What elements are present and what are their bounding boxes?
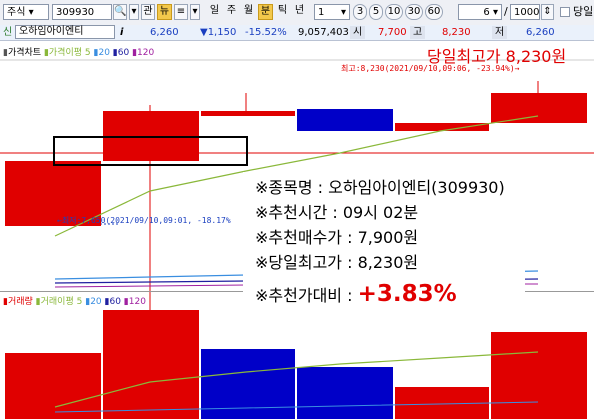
chevron-down-icon[interactable]: ▾ [190,4,200,20]
volume-bar-4 [297,367,393,419]
open-price: 7,700 [378,27,407,38]
stock-name: 오하임아이엔티 [19,26,84,37]
count-input[interactable]: 6 ▾ [458,4,502,20]
tab-year[interactable]: 년 [292,4,307,20]
low-annotation: ←최저:7,650(2021/09/10,09:01, -18.17% [57,216,231,225]
toolbar: 주식 ▾ 309930 🔍 ▾ 관 뉴 ≡ ▾ 일 주 월 분 틱 년 1 ▾ 3… [0,0,594,26]
info-recommend-price: ※추천매수가 : 7,900원 [255,228,419,247]
price-change: ▼1,150 [200,27,237,38]
nyu-button[interactable]: 뉴 [157,4,172,20]
minute-10-button[interactable]: 10 [385,4,403,20]
minute-30-button[interactable]: 30 [405,4,423,20]
high-label: 고 [410,26,426,39]
search-icon[interactable]: 🔍 [113,4,127,20]
same-day-checkbox[interactable] [560,7,570,17]
menu-icon[interactable]: ≡ [174,4,188,20]
stock-code-input[interactable]: 309930 [52,4,112,20]
candle-3 [201,111,295,116]
high-annotation: 최고:8,230(2021/09/10,09:06, -23.94%)→ [341,64,520,73]
tab-day[interactable]: 일 [207,4,222,20]
low-price: 6,260 [526,27,555,38]
tab-week[interactable]: 주 [224,4,239,20]
recommendation-info-box: ※종목명 : 오하임아이엔티(309930) ※추천시간 : 09시 02분 ※… [243,172,525,317]
tab-month[interactable]: 월 [241,4,256,20]
same-day-label: 당일 [573,5,594,18]
count-separator: / [504,5,508,18]
stock-name-field[interactable]: 오하임아이엔티 [15,25,115,39]
interval-value: 1 [318,7,325,18]
volume-bar-6 [491,332,587,419]
volume-bar-1 [5,353,101,419]
info-vs-recommend: ※추천가대비 : +3.83% [255,281,457,307]
minute-60-button[interactable]: 60 [425,4,443,20]
candle-6 [491,93,587,123]
count-value: 6 [483,7,490,18]
open-label: 시 [350,26,366,39]
info-icon[interactable]: i [120,26,123,39]
chevron-down-icon[interactable]: ▾ [129,4,139,20]
low-label: 저 [492,26,508,39]
info-recommend-time: ※추천시간 : 09시 02분 [255,203,419,222]
new-flag: 신 [3,27,13,38]
tab-tick[interactable]: 틱 [275,4,290,20]
minute-5-button[interactable]: 5 [369,4,383,20]
stepper-icon[interactable]: ⇕ [541,4,554,20]
price-change-pct: -15.52% [245,27,287,38]
minute-3-button[interactable]: 3 [353,4,367,20]
info-vs-recommend-label: ※추천가대비 : [255,286,358,305]
market-select[interactable]: 주식 ▾ [3,4,49,20]
interval-select[interactable]: 1 ▾ [314,4,350,20]
quote-bar: 신 오하임아이엔티 i 6,260 ▼1,150 -15.52% 9,057,4… [0,25,594,41]
market-value: 주식 [7,7,26,18]
candle-5 [395,123,489,131]
volume-value: 9,057,403 [298,27,349,38]
info-vs-recommend-value: +3.83% [357,281,457,307]
stock-code-value: 309930 [56,7,95,18]
candle-4 [297,109,393,131]
tab-minute[interactable]: 분 [258,4,273,20]
info-stock-name: ※종목명 : 오하임아이엔티(309930) [255,178,505,197]
high-price: 8,230 [442,27,471,38]
current-price: 6,260 [150,27,179,38]
count-total-input[interactable]: 1000 [510,4,540,20]
count-total-value: 1000 [514,7,540,18]
info-daily-high: ※당일최고가 : 8,230원 [255,253,419,272]
gwan-button[interactable]: 관 [141,4,155,20]
volume-bar-2 [103,310,199,419]
